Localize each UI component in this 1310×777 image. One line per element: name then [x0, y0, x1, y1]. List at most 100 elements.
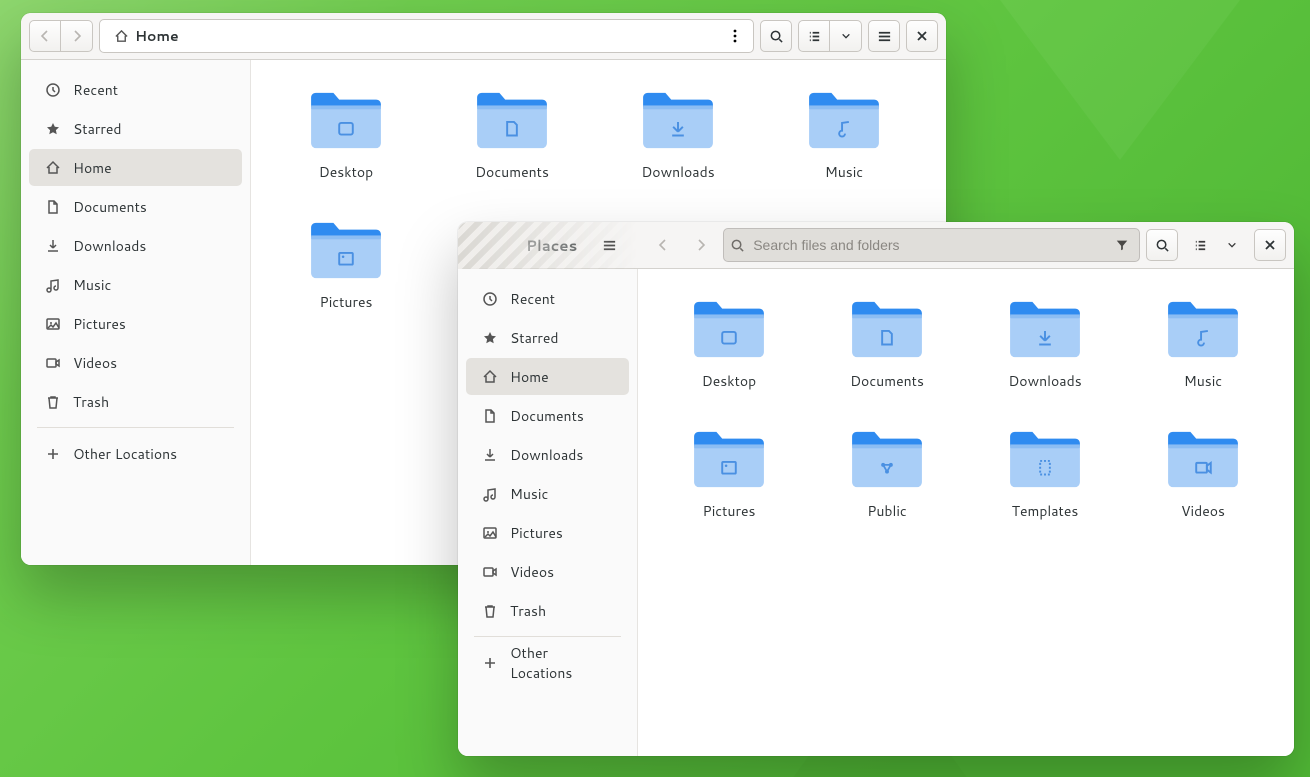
- sidebar-item-label: Pictures: [510, 523, 563, 543]
- sidebar-item-videos[interactable]: Videos: [29, 344, 242, 381]
- sidebar-item-other-locations[interactable]: Other Locations: [29, 435, 242, 472]
- sidebar-item-label: Videos: [73, 353, 117, 373]
- sidebar-item-label: Music: [73, 275, 111, 295]
- sidebar-item-videos[interactable]: Videos: [466, 553, 629, 590]
- chevron-left-icon: [657, 239, 669, 251]
- sidebar-item-label: Music: [510, 484, 548, 504]
- sidebar-item-label: Trash: [73, 392, 109, 412]
- folder-label: Documents: [850, 371, 924, 391]
- download-icon: [45, 238, 61, 254]
- sidebar-item-recent[interactable]: Recent: [29, 71, 242, 108]
- search-button[interactable]: [1146, 229, 1178, 261]
- folder-desktop[interactable]: Desktop: [263, 84, 429, 186]
- sidebar-item-other-locations[interactable]: Other Locations: [466, 644, 629, 681]
- folder-view[interactable]: Desktop Documents Downloads Music: [638, 269, 1294, 756]
- chevron-left-icon: [39, 30, 51, 42]
- sidebar-item-pictures[interactable]: Pictures: [29, 305, 242, 342]
- folder-pictures[interactable]: Pictures: [263, 214, 429, 316]
- view-list-button[interactable]: [1184, 229, 1216, 261]
- video-icon: [45, 355, 61, 371]
- sidebar-item-pictures[interactable]: Pictures: [466, 514, 629, 551]
- sidebar-item-label: Other Locations: [73, 444, 177, 464]
- sidebar-item-label: Other Locations: [510, 643, 613, 683]
- folder-downloads[interactable]: Downloads: [966, 293, 1124, 395]
- sidebar-item-home[interactable]: Home: [466, 358, 629, 395]
- folder-icon: [307, 218, 385, 282]
- trash-icon: [482, 603, 498, 619]
- folder-label: Pictures: [703, 501, 756, 521]
- folder-icon: [690, 297, 768, 361]
- pathbar[interactable]: Home: [99, 19, 754, 53]
- folder-label: Videos: [1181, 501, 1225, 521]
- sidebar: Recent Starred Home Documents Downloads Music…: [21, 60, 251, 565]
- sidebar-item-home[interactable]: Home: [29, 149, 242, 186]
- sidebar-item-music[interactable]: Music: [29, 266, 242, 303]
- folder-documents[interactable]: Documents: [429, 84, 595, 186]
- pathbar-menu-button[interactable]: [721, 22, 749, 50]
- search-field[interactable]: [723, 228, 1140, 262]
- folder-label: Documents: [475, 162, 549, 182]
- folder-label: Downloads: [641, 162, 714, 182]
- sidebar-item-music[interactable]: Music: [466, 475, 629, 512]
- sidebar-item-trash[interactable]: Trash: [466, 592, 629, 629]
- folder-icon: [307, 88, 385, 152]
- sidebar-separator: [474, 636, 621, 637]
- sidebar-item-label: Trash: [510, 601, 546, 621]
- close-icon: [1264, 239, 1276, 251]
- kebab-icon: [733, 29, 737, 43]
- folder-videos[interactable]: Videos: [1124, 423, 1282, 525]
- folder-icon: [1164, 297, 1242, 361]
- list-icon: [1193, 238, 1208, 253]
- sidebar-separator: [37, 427, 234, 428]
- sidebar-item-label: Starred: [73, 119, 122, 139]
- folder-public[interactable]: Public: [808, 423, 966, 525]
- search-input[interactable]: [751, 236, 1105, 254]
- search-button[interactable]: [760, 20, 792, 52]
- forward-button[interactable]: [61, 20, 93, 52]
- background-decoration: [970, 0, 1270, 160]
- chevron-down-icon: [1227, 240, 1237, 250]
- sidebar-item-label: Pictures: [73, 314, 126, 334]
- folder-downloads[interactable]: Downloads: [595, 84, 761, 186]
- back-button[interactable]: [29, 20, 61, 52]
- folder-label: Templates: [1012, 501, 1079, 521]
- folder-icon: [690, 427, 768, 491]
- folder-pictures[interactable]: Pictures: [650, 423, 808, 525]
- sidebar-item-label: Documents: [73, 197, 147, 217]
- breadcrumb-home[interactable]: Home: [104, 22, 189, 50]
- sidebar-item-trash[interactable]: Trash: [29, 383, 242, 420]
- filter-icon[interactable]: [1111, 238, 1133, 252]
- sidebar-item-documents[interactable]: Documents: [466, 397, 629, 434]
- folder-documents[interactable]: Documents: [808, 293, 966, 395]
- document-icon: [45, 199, 61, 215]
- sidebar-item-starred[interactable]: Starred: [466, 319, 629, 356]
- star-icon: [45, 121, 61, 137]
- breadcrumb-label: Home: [135, 26, 179, 46]
- folder-music[interactable]: Music: [761, 84, 927, 186]
- close-window-button[interactable]: [1254, 229, 1286, 261]
- search-icon: [730, 238, 745, 253]
- sidebar: Recent Starred HomeDocumentsDownloads Music…: [458, 269, 638, 756]
- back-button[interactable]: [647, 229, 679, 261]
- folder-icon: [639, 88, 717, 152]
- sidebar-item-recent[interactable]: Recent: [466, 280, 629, 317]
- view-options-button[interactable]: [830, 20, 862, 52]
- folder-label: Music: [825, 162, 863, 182]
- chevron-right-icon: [71, 30, 83, 42]
- folder-desktop[interactable]: Desktop: [650, 293, 808, 395]
- forward-button[interactable]: [685, 229, 717, 261]
- sidebar-item-label: Starred: [510, 328, 559, 348]
- sidebar-item-downloads[interactable]: Downloads: [466, 436, 629, 473]
- folder-music[interactable]: Music: [1124, 293, 1282, 395]
- sidebar-item-downloads[interactable]: Downloads: [29, 227, 242, 264]
- music-icon: [482, 486, 498, 502]
- document-icon: [482, 408, 498, 424]
- view-list-button[interactable]: [798, 20, 830, 52]
- folder-templates[interactable]: Templates: [966, 423, 1124, 525]
- sidebar-item-documents[interactable]: Documents: [29, 188, 242, 225]
- close-window-button[interactable]: [906, 20, 938, 52]
- view-options-button[interactable]: [1216, 229, 1248, 261]
- hamburger-menu-button[interactable]: [593, 229, 625, 261]
- hamburger-menu-button[interactable]: [868, 20, 900, 52]
- sidebar-item-starred[interactable]: Starred: [29, 110, 242, 147]
